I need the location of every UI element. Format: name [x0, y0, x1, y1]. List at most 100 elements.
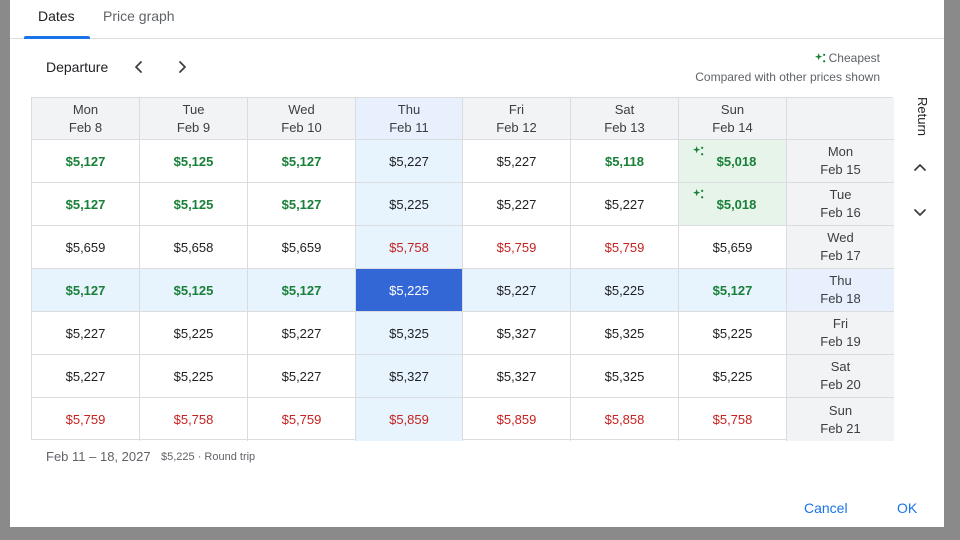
price-value: $5,018 — [716, 153, 757, 169]
ok-button[interactable]: OK — [897, 500, 917, 516]
price-cell[interactable]: $5,227 — [571, 183, 679, 226]
cheapest-legend-label: Cheapest — [828, 51, 880, 65]
price-cell[interactable]: $5,227 — [463, 140, 571, 183]
tab-bar: Dates Price graph — [10, 0, 944, 39]
return-date: Feb 19 — [820, 334, 861, 349]
price-cell[interactable]: $5,227 — [463, 269, 571, 312]
price-cell[interactable]: $5,227 — [463, 183, 571, 226]
price-value: $5,018 — [716, 196, 757, 212]
price-value: $5,225 — [712, 368, 753, 384]
price-value: $5,225 — [389, 282, 429, 298]
price-cell[interactable]: $5,127 — [248, 183, 356, 226]
departure-day-header: Sun Feb 14 — [679, 98, 787, 140]
price-value: $5,327 — [496, 325, 537, 341]
price-cell[interactable]: $5,327 — [356, 355, 463, 398]
departure-dow: Wed — [288, 101, 315, 117]
cheapest-price-cell[interactable]: $5,018 — [679, 140, 787, 183]
price-cell[interactable]: $5,127 — [248, 269, 356, 312]
price-value: $5,759 — [281, 412, 322, 427]
price-value: $5,225 — [173, 325, 214, 341]
return-day-header: Mon Feb 15 — [787, 140, 894, 183]
price-cell[interactable]: $5,659 — [679, 226, 787, 269]
departure-date: Feb 8 — [68, 119, 103, 135]
price-cell[interactable]: $5,325 — [571, 312, 679, 355]
price-value: $5,325 — [389, 325, 429, 341]
price-value: $5,127 — [712, 282, 753, 298]
departure-prev-button[interactable] — [127, 55, 151, 79]
price-cell[interactable]: $5,759 — [32, 398, 140, 441]
departure-date: Feb 9 — [176, 119, 211, 135]
price-value: $5,227 — [281, 325, 322, 341]
price-cell[interactable]: $5,125 — [140, 140, 248, 183]
price-cell[interactable]: $5,759 — [571, 226, 679, 269]
price-cell[interactable]: $5,759 — [463, 226, 571, 269]
price-value: $5,127 — [65, 153, 106, 169]
price-cell[interactable]: $5,127 — [32, 269, 140, 312]
return-next-button[interactable] — [910, 202, 930, 222]
return-day-header: Sun Feb 21 — [787, 398, 894, 441]
cheapest-price-cell[interactable]: $5,018 — [679, 183, 787, 226]
price-cell[interactable]: $5,227 — [248, 355, 356, 398]
chevron-up-icon — [914, 164, 926, 171]
price-cell[interactable]: $5,327 — [463, 312, 571, 355]
price-cell[interactable]: $5,127 — [679, 269, 787, 312]
return-dow: Wed — [827, 230, 854, 245]
return-date: Feb 16 — [820, 205, 861, 220]
departure-day-header: Wed Feb 10 — [248, 98, 356, 140]
price-cell[interactable]: $5,127 — [32, 183, 140, 226]
price-value: $5,758 — [389, 239, 429, 255]
departure-date: Feb 10 — [281, 119, 322, 135]
price-cell[interactable]: $5,227 — [32, 355, 140, 398]
selected-price-cell[interactable]: $5,225 — [356, 269, 463, 312]
price-cell[interactable]: $5,127 — [248, 140, 356, 183]
selected-price-summary: $5,225 · Round trip — [161, 451, 256, 463]
price-cell[interactable]: $5,659 — [248, 226, 356, 269]
price-value: $5,227 — [65, 325, 106, 341]
price-cell[interactable]: $5,325 — [356, 312, 463, 355]
chevron-left-icon — [135, 61, 142, 73]
price-cell[interactable]: $5,658 — [140, 226, 248, 269]
price-cell[interactable]: $5,125 — [140, 183, 248, 226]
price-cell[interactable]: $5,125 — [140, 269, 248, 312]
price-cell[interactable]: $5,327 — [463, 355, 571, 398]
price-cell[interactable]: $5,758 — [140, 398, 248, 441]
departure-next-button[interactable] — [170, 55, 194, 79]
price-cell[interactable]: $5,659 — [32, 226, 140, 269]
price-cell[interactable]: $5,227 — [356, 140, 463, 183]
active-tab-indicator — [24, 36, 90, 39]
price-value: $5,225 — [173, 368, 214, 384]
price-cell[interactable]: $5,225 — [140, 355, 248, 398]
tab-price-graph[interactable]: Price graph — [103, 8, 175, 24]
price-cell[interactable]: $5,227 — [248, 312, 356, 355]
price-cell[interactable]: $5,225 — [571, 269, 679, 312]
return-day-header: Sat Feb 20 — [787, 355, 894, 398]
price-cell[interactable]: $5,127 — [32, 140, 140, 183]
price-cell[interactable]: $5,758 — [679, 398, 787, 441]
return-dow: Sun — [828, 402, 853, 418]
departure-day-header: Thu Feb 11 — [356, 98, 463, 140]
cancel-button[interactable]: Cancel — [804, 500, 848, 516]
price-cell[interactable]: $5,118 — [571, 140, 679, 183]
return-label: Return — [915, 97, 930, 137]
price-cell[interactable]: $5,225 — [679, 312, 787, 355]
departure-dow: Sat — [614, 101, 635, 117]
price-cell[interactable]: $5,859 — [356, 398, 463, 441]
chevron-down-icon — [914, 209, 926, 216]
price-value: $5,225 — [712, 325, 753, 341]
price-value: $5,327 — [389, 368, 429, 384]
price-cell[interactable]: $5,859 — [463, 398, 571, 441]
departure-date: Feb 11 — [389, 119, 429, 135]
price-cell[interactable]: $5,858 — [571, 398, 679, 441]
price-cell[interactable]: $5,225 — [679, 355, 787, 398]
departure-date: Feb 14 — [712, 119, 753, 135]
price-cell[interactable]: $5,325 — [571, 355, 679, 398]
price-value: $5,659 — [281, 239, 322, 255]
price-cell[interactable]: $5,758 — [356, 226, 463, 269]
price-cell[interactable]: $5,759 — [248, 398, 356, 441]
return-prev-button[interactable] — [910, 158, 930, 178]
price-cell[interactable]: $5,227 — [32, 312, 140, 355]
price-cell[interactable]: $5,225 — [140, 312, 248, 355]
price-cell[interactable]: $5,225 — [356, 183, 463, 226]
price-value: $5,227 — [281, 368, 322, 384]
tab-dates[interactable]: Dates — [38, 8, 75, 24]
